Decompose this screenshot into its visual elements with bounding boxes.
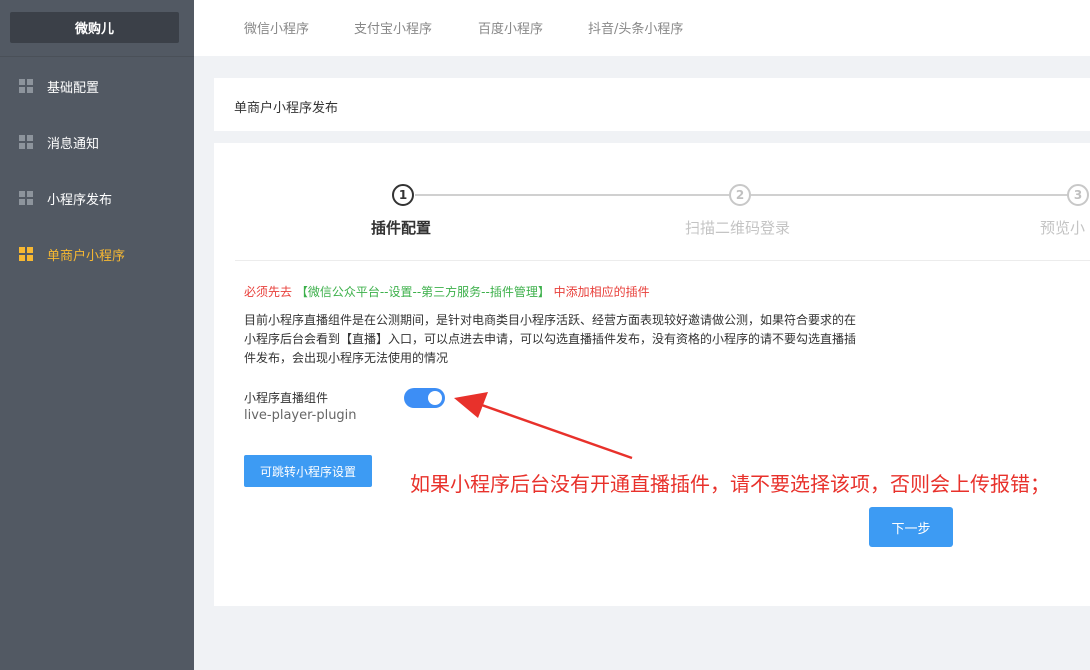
toggle-knob — [428, 391, 442, 405]
step-connector — [751, 194, 1079, 196]
miniprogram-settings-button[interactable]: 可跳转小程序设置 — [244, 455, 372, 487]
live-plugin-toggle[interactable] — [404, 388, 445, 408]
tab-wechat[interactable]: 微信小程序 — [244, 18, 309, 37]
sidebar: 微购儿 基础配置 消息通知 小程序发布 单商户小程序 — [0, 0, 194, 670]
sidebar-item-label: 单商户小程序 — [47, 248, 126, 264]
live-plugin-description: 目前小程序直播组件是在公测期间，是针对电商类目小程序活跃、经营方面表现较好邀请做… — [244, 313, 857, 365]
grid-icon — [19, 247, 33, 261]
step-2-circle: 2 — [729, 184, 751, 206]
brand-logo: 微购儿 — [10, 12, 179, 43]
tab-baidu[interactable]: 百度小程序 — [478, 18, 543, 37]
sidebar-item-notifications[interactable]: 消息通知 — [0, 122, 194, 162]
sidebar-item-label: 小程序发布 — [47, 192, 113, 208]
plugin-code: live-player-plugin — [244, 408, 357, 423]
sidebar-divider — [0, 56, 194, 57]
tab-douyin[interactable]: 抖音/头条小程序 — [588, 18, 683, 37]
page-title-card: 单商户小程序发布 — [214, 78, 1090, 131]
step-1-circle: 1 — [392, 184, 414, 206]
step-connector — [415, 194, 729, 196]
grid-icon — [19, 135, 33, 149]
step-3-circle: 3 — [1067, 184, 1089, 206]
plugin-notice: 必须先去 【微信公众平台--设置--第三方服务--插件管理】 中添加相应的插件 — [244, 283, 650, 300]
sidebar-item-label: 消息通知 — [47, 136, 100, 152]
sidebar-item-label: 基础配置 — [47, 80, 100, 96]
step-1-label: 插件配置 — [371, 219, 432, 237]
next-step-button[interactable]: 下一步 — [869, 507, 953, 547]
page-title: 单商户小程序发布 — [234, 101, 339, 116]
annotation-text: 如果小程序后台没有开通直播插件，请不要选择该项，否则会上传报错； — [410, 472, 1050, 496]
grid-icon — [19, 191, 33, 205]
steps-divider — [235, 260, 1090, 261]
sidebar-item-single-merchant[interactable]: 单商户小程序 — [0, 234, 194, 274]
step-3-label: 预览小 — [1040, 219, 1086, 237]
step-2-label: 扫描二维码登录 — [685, 219, 791, 237]
main-card: 1 2 3 插件配置 扫描二维码登录 预览小 必须先去 【微信公众平台--设置-… — [214, 143, 1090, 606]
plugin-label: 小程序直播组件 — [244, 391, 329, 405]
top-tab-bar: 微信小程序 支付宝小程序 百度小程序 抖音/头条小程序 — [194, 0, 1090, 56]
sidebar-item-miniprogram-publish[interactable]: 小程序发布 — [0, 178, 194, 218]
sidebar-item-basic-config[interactable]: 基础配置 — [0, 66, 194, 106]
notice-path: 【微信公众平台--设置--第三方服务--插件管理】 — [295, 285, 550, 299]
tab-alipay[interactable]: 支付宝小程序 — [354, 18, 432, 37]
grid-icon — [19, 79, 33, 93]
notice-suffix: 中添加相应的插件 — [553, 285, 650, 299]
notice-prefix: 必须先去 — [244, 285, 293, 299]
